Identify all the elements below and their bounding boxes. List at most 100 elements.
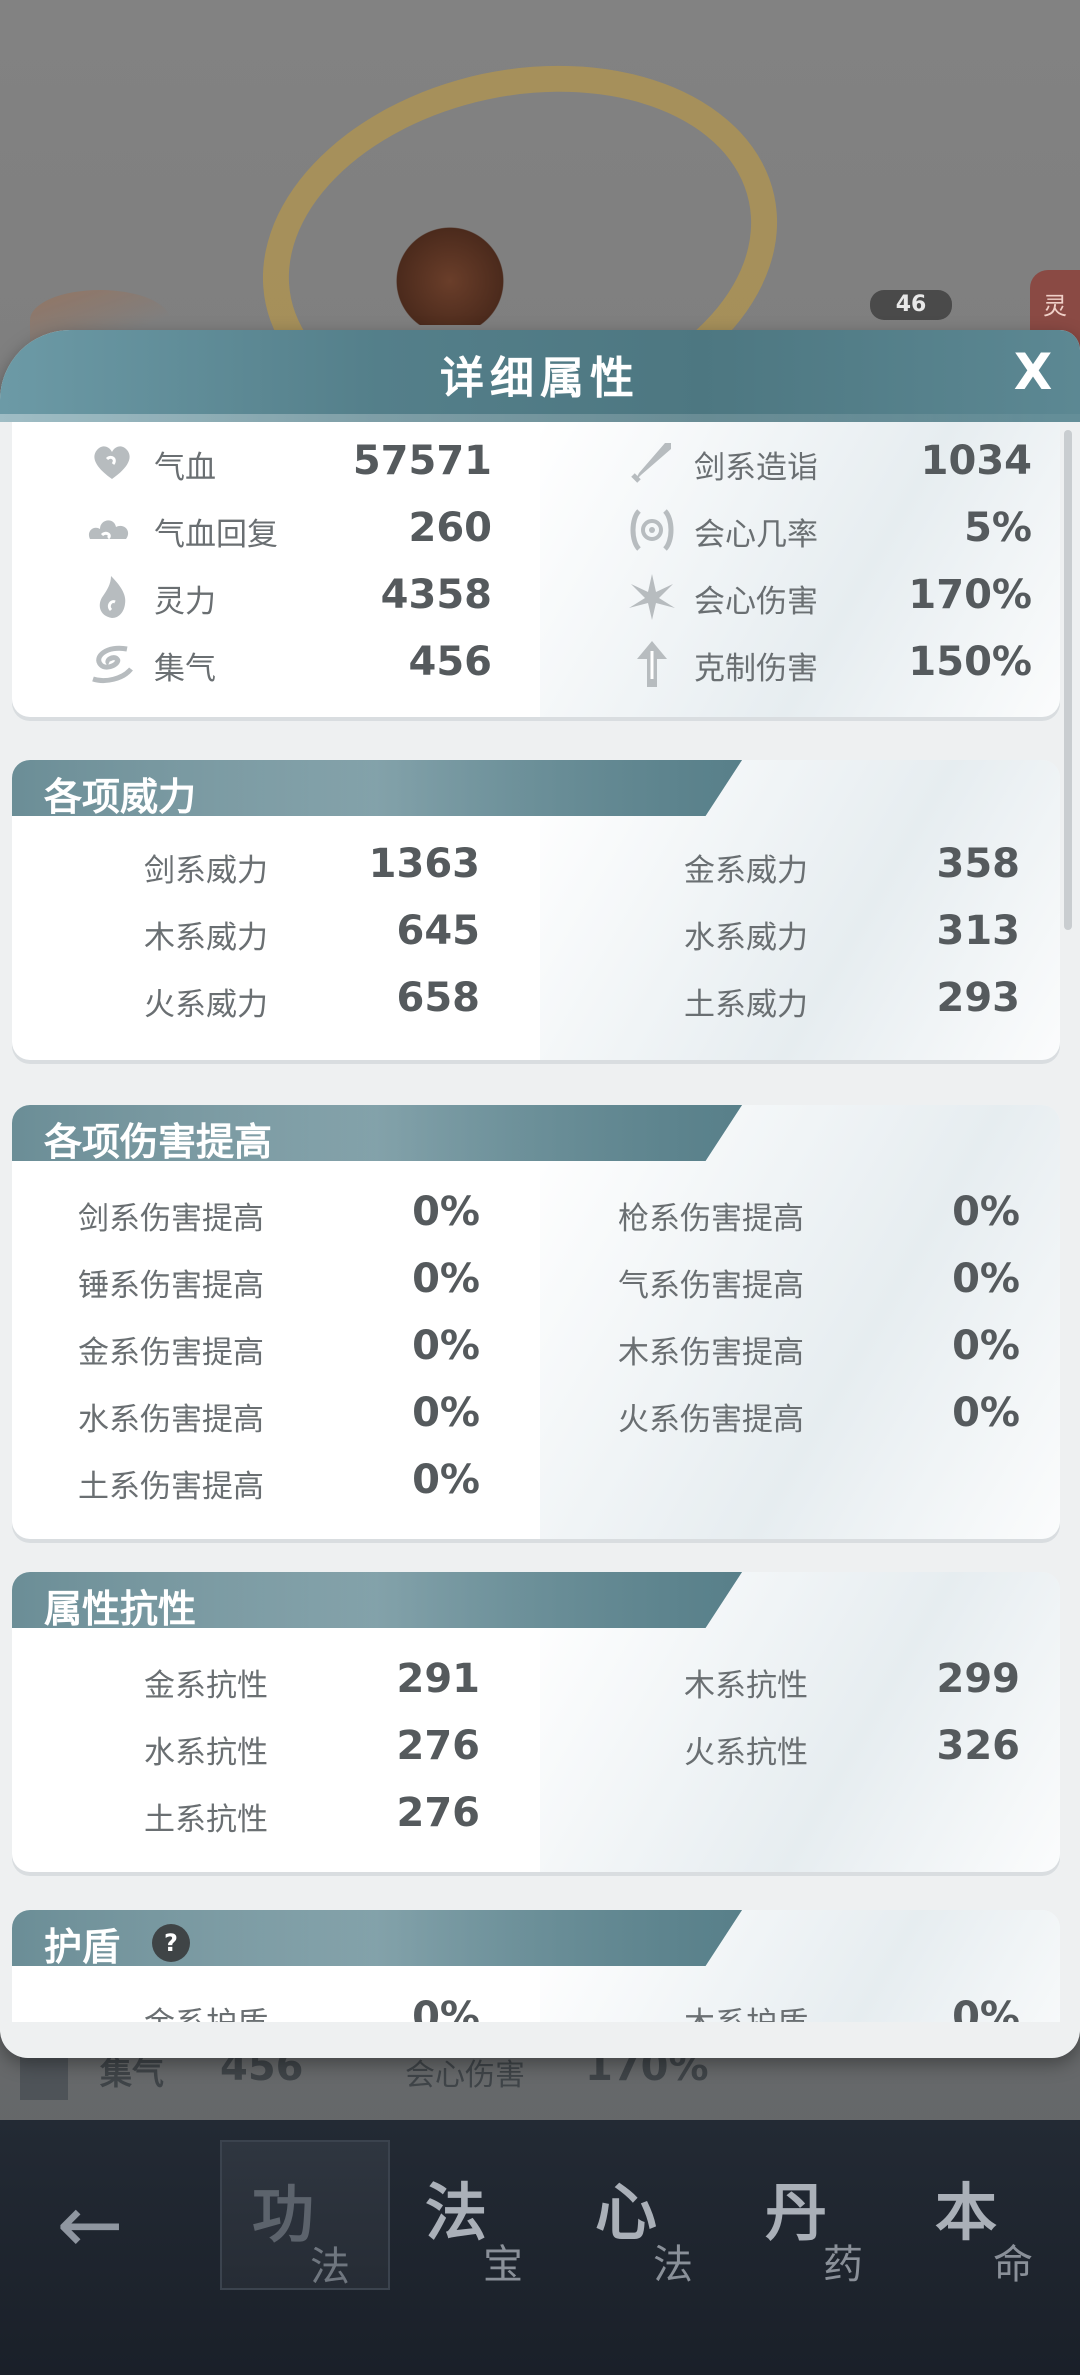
stat-value: 276 <box>396 1723 481 1769</box>
tab-subglyph: 法 <box>310 2244 350 2290</box>
burst-icon <box>629 574 675 620</box>
stat-label: 木系威力 <box>144 920 268 956</box>
stat-label: 火系威力 <box>144 987 268 1023</box>
stat-value: 0% <box>952 1390 1020 1436</box>
stat-value: 358 <box>936 841 1021 887</box>
stat-value: 0% <box>952 1323 1020 1369</box>
stat-value: 0% <box>412 1457 480 1503</box>
stat-label: 灵力 <box>154 584 216 620</box>
stat-value: 299 <box>936 1656 1021 1702</box>
resist-card: 属性抗性 金系抗性 291 水系抗性 276 土系抗性 276 木系抗性 299… <box>12 1572 1060 1872</box>
stat-label: 金系抗性 <box>144 1668 268 1704</box>
stat-label: 水系抗性 <box>144 1735 268 1771</box>
modal-header: 详细属性 X <box>0 330 1080 422</box>
stat-label: 集气 <box>154 651 216 687</box>
bottom-nav: ← 功 法 法 宝 心 法 丹 药 本 命 <box>0 2120 1080 2375</box>
tab-subglyph: 宝 <box>483 2242 523 2288</box>
stat-label: 气系伤害提高 <box>618 1268 804 1304</box>
character-crest-artwork <box>380 215 520 325</box>
tab-glyph: 功 <box>252 2178 315 2251</box>
stat-value: 0% <box>412 1390 480 1436</box>
stat-label: 克制伤害 <box>694 651 818 687</box>
stat-label: 会心伤害 <box>694 584 818 620</box>
stat-value: 0% <box>952 1256 1020 1302</box>
stat-label: 土系抗性 <box>144 1802 268 1838</box>
section-title: 护盾 <box>44 1925 121 1969</box>
stat-label: 水系伤害提高 <box>78 1402 264 1438</box>
tab-glyph: 丹 <box>765 2176 828 2249</box>
card-decoration <box>540 1105 1060 1539</box>
stat-label: 锤系伤害提高 <box>78 1268 264 1304</box>
tab-danyao[interactable]: 丹 药 <box>735 2140 905 2290</box>
attribute-scroll-area[interactable]: 气血 57571 气血回复 260 灵力 4358 集气 456 剑系造诣 10… <box>0 422 1080 2022</box>
shield-card: 护盾 ? 金系护盾 0% 木系护盾 0% <box>12 1910 1060 2022</box>
level-badge: 46 <box>870 290 952 320</box>
stat-label: 会心几率 <box>694 517 818 553</box>
tab-benming[interactable]: 本 命 <box>905 2140 1075 2290</box>
stat-value: 4358 <box>380 572 492 618</box>
stat-label: 土系威力 <box>684 987 808 1023</box>
attribute-detail-modal: 详细属性 X 气血 57571 气血回复 260 灵力 4358 集气 456 … <box>0 330 1080 2058</box>
help-icon[interactable]: ? <box>152 1924 190 1962</box>
stat-value: 293 <box>936 975 1021 1021</box>
stat-value: 658 <box>396 975 481 1021</box>
stat-label: 剑系伤害提高 <box>78 1201 264 1237</box>
stat-value: 150% <box>908 639 1032 685</box>
tab-fabao[interactable]: 法 宝 <box>395 2140 565 2290</box>
basic-stats-card: 气血 57571 气血回复 260 灵力 4358 集气 456 剑系造诣 10… <box>12 422 1060 717</box>
scrollbar[interactable] <box>1064 430 1072 930</box>
sword-icon <box>631 443 671 483</box>
stat-label: 剑系威力 <box>144 853 268 889</box>
crit-rate-icon <box>630 509 674 551</box>
stat-label: 木系伤害提高 <box>618 1335 804 1371</box>
stat-value: 0% <box>412 1256 480 1302</box>
tab-glyph: 本 <box>935 2176 998 2249</box>
tab-xinfa[interactable]: 心 法 <box>565 2140 735 2290</box>
stat-label: 气血 <box>154 450 216 486</box>
section-header <box>12 1910 742 1966</box>
stat-label: 木系护盾 <box>684 1998 808 2022</box>
swirl-icon <box>92 645 133 684</box>
stat-label: 剑系造诣 <box>694 450 818 486</box>
tab-glyph: 心 <box>595 2176 658 2249</box>
stat-value: 170% <box>908 572 1032 618</box>
tab-gongfa[interactable]: 功 法 <box>220 2140 390 2290</box>
stat-value: 456 <box>408 639 493 685</box>
stat-value: 5% <box>964 505 1032 551</box>
power-card: 各项威力 剑系威力 1363 木系威力 645 火系威力 658 金系威力 35… <box>12 760 1060 1060</box>
stat-value: 0% <box>952 1994 1020 2022</box>
stat-label: 木系抗性 <box>684 1668 808 1704</box>
tab-glyph: 法 <box>425 2176 488 2249</box>
stat-label: 金系伤害提高 <box>78 1335 264 1371</box>
stat-value: 260 <box>408 505 493 551</box>
heart-icon <box>94 446 130 479</box>
stat-label: 水系威力 <box>684 920 808 956</box>
section-title: 各项伤害提高 <box>44 1120 273 1164</box>
stat-label: 火系伤害提高 <box>618 1402 804 1438</box>
modal-title: 详细属性 <box>440 353 640 404</box>
stat-value: 0% <box>412 1189 480 1235</box>
stat-label: 土系伤害提高 <box>78 1469 264 1505</box>
cloud-icon <box>88 520 129 540</box>
stat-value: 1034 <box>920 438 1032 484</box>
stat-label: 气血回复 <box>154 517 278 553</box>
back-button[interactable]: ← <box>40 2180 140 2270</box>
tab-subglyph: 药 <box>823 2242 863 2288</box>
arrow-up-icon <box>637 641 667 687</box>
stat-value: 57571 <box>352 438 492 484</box>
tab-subglyph: 法 <box>653 2242 693 2288</box>
close-button[interactable]: X <box>1005 344 1061 400</box>
stat-value: 276 <box>396 1790 481 1836</box>
damage-card: 各项伤害提高 剑系伤害提高 0% 锤系伤害提高 0% 金系伤害提高 0% 水系伤… <box>12 1105 1060 1539</box>
section-title: 各项威力 <box>44 775 197 819</box>
flame-icon <box>99 576 126 618</box>
stat-label: 枪系伤害提高 <box>618 1201 804 1237</box>
section-title: 属性抗性 <box>44 1587 197 1631</box>
stat-value: 313 <box>936 908 1021 954</box>
stat-value: 0% <box>952 1189 1020 1235</box>
stat-value: 0% <box>412 1994 480 2022</box>
stat-value: 645 <box>396 908 481 954</box>
stat-value: 0% <box>412 1323 480 1369</box>
stat-label: 金系护盾 <box>144 1998 268 2022</box>
stat-value: 1363 <box>368 841 480 887</box>
